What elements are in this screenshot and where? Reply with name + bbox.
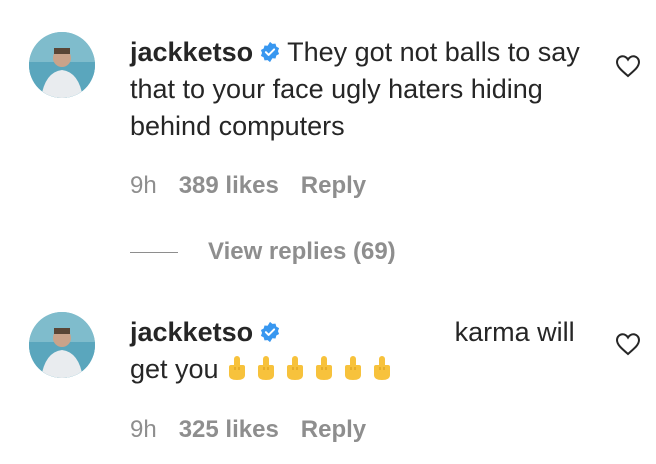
reply-button[interactable]: Reply (301, 172, 366, 199)
verified-badge-icon (261, 41, 280, 63)
redacted-mention (287, 323, 447, 343)
timestamp[interactable]: 9h (130, 172, 157, 199)
heart-icon[interactable] (615, 54, 641, 78)
comment-body: jackketso karma will get you (130, 314, 580, 391)
middle-finger-emoji (258, 356, 275, 380)
comment-meta: 9h 389 likes Reply (130, 172, 366, 200)
view-replies-label: View replies (69) (208, 238, 396, 265)
middle-finger-emoji (287, 356, 304, 380)
reply-button[interactable]: Reply (301, 416, 366, 443)
heart-icon[interactable] (615, 332, 641, 356)
verified-badge-icon (261, 321, 280, 343)
avatar[interactable] (29, 32, 95, 98)
middle-finger-emoji (316, 356, 333, 380)
middle-finger-emoji (345, 356, 362, 380)
middle-finger-emoji (374, 356, 391, 380)
emoji-row (226, 354, 400, 391)
avatar[interactable] (29, 312, 95, 378)
comment-meta: 9h 325 likes Reply (130, 416, 366, 444)
comment-body: jackketso They got not balls to say that … (130, 34, 580, 145)
username[interactable]: jackketso (130, 317, 253, 347)
likes-count[interactable]: 389 likes (179, 172, 279, 199)
username[interactable]: jackketso (130, 37, 253, 67)
timestamp[interactable]: 9h (130, 416, 157, 443)
middle-finger-emoji (229, 356, 246, 380)
view-replies-button[interactable]: View replies (69) (130, 238, 396, 266)
divider-line (130, 251, 178, 253)
likes-count[interactable]: 325 likes (179, 416, 279, 443)
